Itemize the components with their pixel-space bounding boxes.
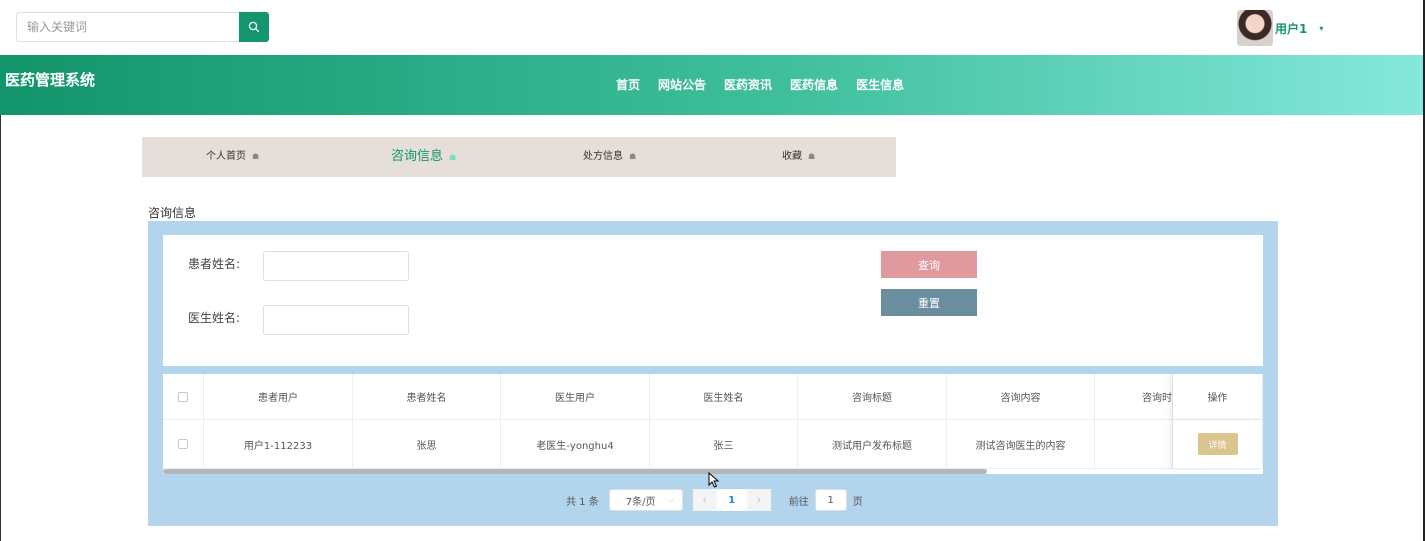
doctor-name-input[interactable] — [263, 305, 409, 335]
header-consult-title: 咨询标题 — [798, 374, 947, 420]
submenu-item-consultation[interactable]: 咨询信息 ☗ — [391, 137, 456, 177]
header-consult-time: 咨询时 — [1095, 374, 1173, 420]
cell-actions: 详情 — [1173, 420, 1263, 469]
home-icon: ☗ — [629, 152, 637, 161]
reset-button[interactable]: 重置 — [881, 289, 977, 316]
mouse-cursor-icon — [708, 472, 720, 488]
brand-title: 医药管理系统 — [5, 71, 96, 89]
header-doctor-user: 医生用户 — [501, 374, 650, 420]
patient-name-label: 患者姓名: — [188, 257, 241, 271]
select-all-checkbox[interactable] — [178, 391, 188, 402]
cell-doctor-user: 老医生-yonghu4 — [501, 420, 650, 469]
nav-item-announcements[interactable]: 网站公告 — [658, 76, 706, 93]
home-icon: ☗ — [449, 153, 457, 162]
header-patient-name: 患者姓名 — [353, 374, 501, 420]
header-patient-user: 患者用户 — [204, 374, 353, 420]
doctor-name-label: 医生姓名: — [188, 311, 241, 325]
top-bar: 输入关键词 用户1 ▾ — [0, 0, 1425, 55]
profile-submenu: 个人首页 ☗ 咨询信息 ☗ 处方信息 ☗ 收藏 ☗ — [142, 137, 896, 177]
detail-button[interactable]: 详情 — [1197, 433, 1238, 455]
submenu-item-prescription[interactable]: 处方信息 ☗ — [583, 137, 636, 177]
header-doctor-name: 医生姓名 — [650, 374, 798, 420]
user-menu[interactable]: 用户1 ▾ — [1237, 9, 1323, 47]
patient-name-input[interactable] — [263, 251, 409, 281]
nav-item-doctors[interactable]: 医生信息 — [856, 76, 904, 93]
goto-label: 前往 — [788, 496, 809, 508]
chevron-left-icon: ‹ — [702, 493, 708, 507]
page-number-current[interactable]: 1 — [716, 489, 747, 511]
header-consult-content: 咨询内容 — [947, 374, 1095, 420]
cell-consult-title: 测试用户发布标题 — [798, 420, 947, 469]
page-size-select[interactable]: 7条/页 ⌵ — [608, 489, 683, 511]
search-icon — [248, 21, 260, 33]
section-title: 咨询信息 — [148, 206, 197, 220]
submenu-item-profile[interactable]: 个人首页 ☗ — [206, 137, 259, 177]
goto-page-input[interactable]: 1 — [814, 489, 847, 511]
cell-patient-user: 用户1-112233 — [204, 420, 353, 469]
prev-page-button[interactable]: ‹ — [692, 489, 717, 511]
cell-doctor-name: 张三 — [650, 420, 798, 469]
nav-item-medicine[interactable]: 医药信息 — [790, 76, 838, 93]
consultation-table: 患者用户 患者姓名 医生用户 医生姓名 咨询标题 咨询内容 咨询时 操作 用户1… — [163, 374, 1263, 474]
submenu-item-favorites[interactable]: 收藏 ☗ — [782, 137, 815, 177]
main-nav: 首页 网站公告 医药资讯 医药信息 医生信息 — [616, 76, 922, 93]
home-icon: ☗ — [252, 152, 260, 161]
cell-patient-name: 张思 — [353, 420, 501, 469]
header-actions: 操作 — [1173, 374, 1263, 420]
chevron-down-icon[interactable]: ▾ — [1319, 24, 1323, 33]
filter-card: 患者姓名: 医生姓名: 查询 重置 — [163, 235, 1263, 366]
avatar[interactable] — [1237, 10, 1273, 46]
cell-consult-time — [1095, 420, 1173, 469]
search-input[interactable]: 输入关键词 — [16, 12, 240, 42]
submenu-label: 收藏 — [782, 151, 802, 162]
select-all-checkbox-cell — [163, 374, 204, 420]
site-header: 医药管理系统 首页 网站公告 医药资讯 医药信息 医生信息 — [0, 55, 1425, 115]
query-button[interactable]: 查询 — [881, 251, 977, 278]
submenu-label: 个人首页 — [206, 151, 246, 162]
row-checkbox-cell — [163, 420, 204, 469]
page-suffix: 页 — [852, 496, 863, 508]
user-name[interactable]: 用户1 — [1275, 20, 1307, 37]
horizontal-scrollbar[interactable] — [163, 469, 987, 474]
home-icon: ☗ — [808, 152, 816, 161]
search-button[interactable] — [239, 12, 269, 42]
next-page-button[interactable]: › — [746, 489, 771, 511]
page-size-value: 7条/页 — [625, 496, 656, 508]
chevron-right-icon: › — [756, 493, 762, 507]
nav-item-news[interactable]: 医药资讯 — [724, 76, 772, 93]
cell-consult-content: 测试咨询医生的内容 — [947, 420, 1095, 469]
pagination: 共 1 条 7条/页 ⌵ ‹ 1 › 前往 1 页 — [566, 489, 863, 511]
row-checkbox[interactable] — [178, 439, 188, 449]
submenu-label: 处方信息 — [583, 151, 623, 162]
nav-item-home[interactable]: 首页 — [616, 76, 640, 93]
chevron-down-icon: ⌵ — [667, 495, 674, 504]
pagination-total: 共 1 条 — [566, 496, 599, 508]
submenu-label: 咨询信息 — [391, 149, 444, 164]
